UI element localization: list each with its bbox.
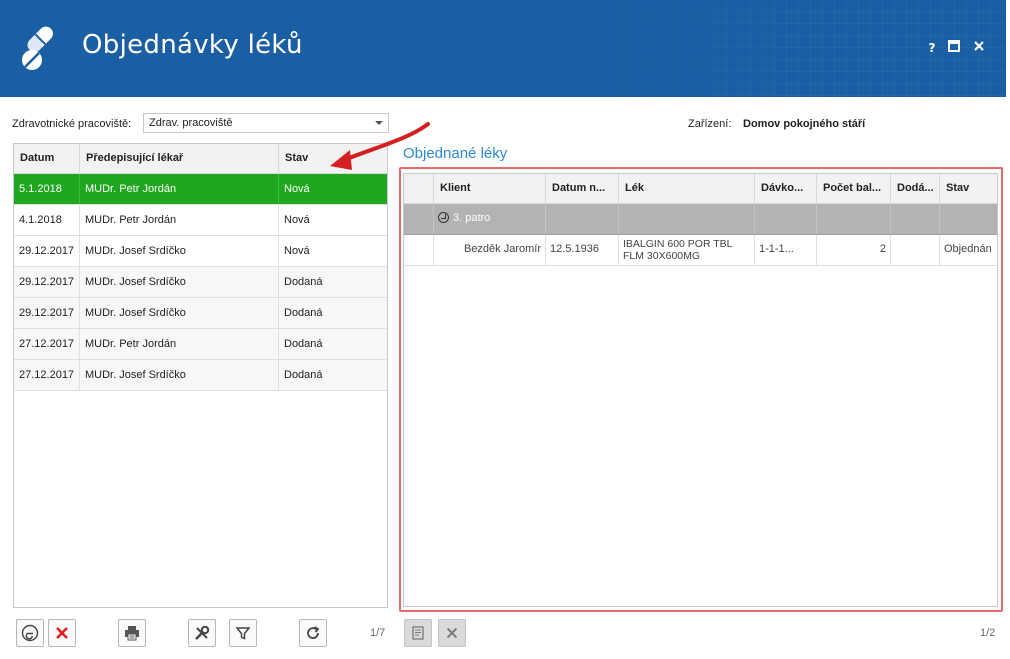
cell-delivered [891, 235, 940, 265]
ordered-drugs-grid: Klient Datum n... Lék Dávko... Počet bal… [403, 173, 998, 607]
cell-status: Dodaná [284, 369, 323, 381]
help-button[interactable]: ? [924, 40, 940, 56]
maximize-button[interactable] [946, 40, 962, 56]
column-header-date[interactable]: Datum [14, 144, 80, 173]
column-header-doctor[interactable]: Předepisující lékař [80, 144, 279, 173]
cell-birthdate: 12.5.1936 [546, 235, 619, 265]
cell-package-count: 2 [817, 235, 891, 265]
table-row[interactable]: 29.12.2017 MUDr. Josef Srdíčko Dodaná [14, 267, 387, 298]
expand-icon[interactable] [438, 212, 449, 223]
cell-client: Bezděk Jaromír [434, 235, 546, 265]
cell-status: Dodaná [284, 338, 323, 350]
close-icon [974, 41, 984, 51]
column-header-status[interactable]: Stav [279, 144, 387, 173]
group-cell [546, 204, 619, 234]
cell-status: Objednán [944, 243, 992, 255]
maximize-icon [948, 40, 960, 52]
workplace-label: Zdravotnické pracoviště: [12, 118, 132, 130]
cell-status: Dodaná [284, 307, 323, 319]
group-row[interactable]: 3. patro [404, 204, 997, 235]
cell-drug: IBALGIN 600 POR TBL FLM 30X600MG [619, 235, 755, 265]
group-row-indicator [404, 204, 434, 234]
drugs-pager: 1/2 [980, 627, 996, 639]
workplace-select-value: Zdrav. pracoviště [149, 117, 233, 129]
column-header-dosage[interactable]: Dávko... [755, 174, 817, 203]
row-indicator [404, 235, 434, 265]
facility-value: Domov pokojného stáří [743, 118, 866, 130]
orders-grid: Datum Předepisující lékař Stav 5.1.2018 … [13, 143, 388, 608]
cell-date: 29.12.2017 [14, 298, 80, 328]
group-cell [619, 204, 755, 234]
orders-pager: 1/7 [370, 627, 386, 639]
group-cell [755, 204, 817, 234]
table-row[interactable]: 29.12.2017 MUDr. Josef Srdíčko Dodaná [14, 298, 387, 329]
ordered-drugs-header: Klient Datum n... Lék Dávko... Počet bal… [404, 174, 997, 204]
remove-drug-button[interactable] [438, 619, 466, 647]
delete-button[interactable] [48, 619, 76, 647]
tools-icon [195, 625, 210, 640]
close-button[interactable] [971, 40, 987, 56]
group-cell [940, 204, 997, 234]
cell-status: Nová [284, 214, 310, 226]
cell-doctor: MUDr. Josef Srdíčko [80, 267, 279, 297]
group-name: 3. patro [453, 212, 491, 224]
refresh-icon [307, 626, 320, 639]
cell-dosage: 1-1-1... [755, 235, 817, 265]
cell-date: 27.12.2017 [14, 329, 80, 359]
app-header: Objednávky léků ? [0, 0, 1006, 97]
facility-label: Zařízení: [688, 118, 732, 130]
column-header-status[interactable]: Stav [940, 174, 997, 203]
cell-date: 5.1.2018 [14, 174, 80, 204]
cell-doctor: MUDr. Petr Jordán [80, 205, 279, 235]
cell-doctor: MUDr. Petr Jordán [80, 174, 279, 204]
table-row[interactable]: 5.1.2018 MUDr. Petr Jordán Nová [14, 174, 387, 205]
app-window: Objednávky léků ? Zdravotnické pracovišt… [0, 0, 1010, 659]
table-row[interactable]: 27.12.2017 MUDr. Josef Srdíčko Dodaná [14, 360, 387, 391]
ordered-drugs-title: Objednané léky [403, 145, 508, 162]
column-header-drug[interactable]: Lék [619, 174, 755, 203]
delete-x-icon [56, 627, 68, 639]
export-button[interactable] [16, 619, 44, 647]
note-icon [412, 626, 424, 640]
printer-icon [125, 626, 139, 641]
filter-icon [236, 627, 250, 640]
group-cell [891, 204, 940, 234]
table-row[interactable]: 27.12.2017 MUDr. Petr Jordán Dodaná [14, 329, 387, 360]
column-header-client[interactable]: Klient [434, 174, 546, 203]
cell-doctor: MUDr. Josef Srdíčko [80, 298, 279, 328]
cell-status: Nová [284, 245, 310, 257]
workplace-select[interactable]: Zdrav. pracoviště [143, 113, 389, 133]
app-title: Objednávky léků [82, 30, 303, 60]
cell-doctor: MUDr. Josef Srdíčko [80, 360, 279, 390]
cell-doctor: MUDr. Josef Srdíčko [80, 236, 279, 266]
cell-date: 4.1.2018 [14, 205, 80, 235]
table-row[interactable]: 4.1.2018 MUDr. Petr Jordán Nová [14, 205, 387, 236]
orders-grid-header: Datum Předepisující lékař Stav [14, 144, 387, 174]
cell-status: Dodaná [284, 276, 323, 288]
refresh-button[interactable] [299, 619, 327, 647]
cell-date: 29.12.2017 [14, 267, 80, 297]
column-header-delivered[interactable]: Dodá... [891, 174, 940, 203]
cell-doctor: MUDr. Petr Jordán [80, 329, 279, 359]
column-header-package-count[interactable]: Počet bal... [817, 174, 891, 203]
chevron-down-icon [375, 121, 383, 125]
edit-note-button[interactable] [404, 619, 432, 647]
cell-date: 27.12.2017 [14, 360, 80, 390]
print-button[interactable] [118, 619, 146, 647]
pills-icon [22, 26, 53, 70]
table-row[interactable]: Bezděk Jaromír 12.5.1936 IBALGIN 600 POR… [404, 235, 997, 266]
e-circle-icon [21, 624, 39, 642]
cell-status: Nová [284, 183, 310, 195]
column-header-indicator [404, 174, 434, 203]
group-row-label[interactable]: 3. patro [434, 204, 546, 234]
tools-button[interactable] [188, 619, 216, 647]
column-header-birthdate[interactable]: Datum n... [546, 174, 619, 203]
cell-date: 29.12.2017 [14, 236, 80, 266]
group-cell [817, 204, 891, 234]
delete-x-icon [446, 627, 458, 639]
table-row[interactable]: 29.12.2017 MUDr. Josef Srdíčko Nová [14, 236, 387, 267]
filter-button[interactable] [229, 619, 257, 647]
